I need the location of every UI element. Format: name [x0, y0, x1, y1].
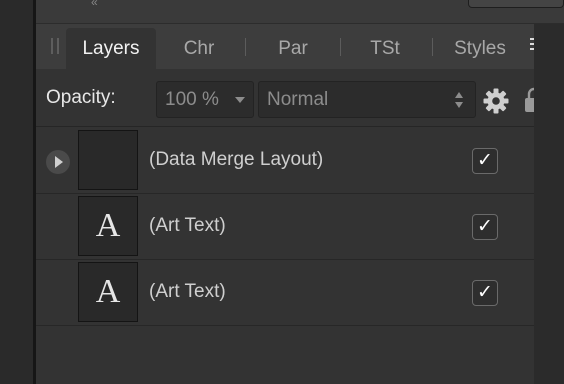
- panel-scroll-gutter[interactable]: [534, 24, 564, 384]
- tab-label: Layers: [82, 38, 140, 59]
- layer-name[interactable]: (Art Text): [149, 281, 226, 303]
- layer-thumbnail: A: [78, 262, 138, 322]
- visibility-checkbox[interactable]: ✓: [472, 148, 498, 174]
- layers-list: (Data Merge Layout) ✓ A (Art Text) ✓ A (…: [36, 128, 534, 326]
- spin-down-icon: [455, 102, 463, 108]
- left-toolbar-strip: [0, 0, 33, 384]
- layer-row[interactable]: A (Art Text) ✓: [36, 260, 534, 326]
- layer-row[interactable]: A (Art Text) ✓: [36, 194, 534, 260]
- layer-thumbnail: A: [78, 196, 138, 256]
- layers-panel: Layers Chr Par TSt Styles Opacity: 100 %…: [36, 24, 564, 384]
- tab-label: Par: [278, 38, 308, 59]
- panel-tab-bar: Layers Chr Par TSt Styles: [36, 24, 564, 69]
- tab-separator: [340, 38, 341, 56]
- top-panel-button[interactable]: [468, 0, 564, 8]
- tab-par[interactable]: Par: [258, 28, 328, 69]
- opacity-value: 100 %: [165, 89, 219, 110]
- opacity-dropdown[interactable]: 100 %: [156, 81, 254, 118]
- tab-label: Styles: [454, 38, 506, 59]
- visibility-checkbox[interactable]: ✓: [472, 214, 498, 240]
- tab-label: Chr: [183, 38, 215, 59]
- top-panel-strip: «: [36, 0, 564, 24]
- layer-thumbnail: [78, 130, 138, 190]
- chevron-icon[interactable]: «: [91, 0, 98, 9]
- visibility-checkbox[interactable]: ✓: [472, 280, 498, 306]
- tab-label: TSt: [370, 38, 400, 59]
- app-window: « Layers Chr Par TSt Styles Opacity: 100…: [0, 0, 564, 384]
- grip-icon[interactable]: [51, 38, 59, 54]
- blend-mode-value: Normal: [267, 89, 329, 110]
- tab-chr[interactable]: Chr: [166, 28, 232, 69]
- tab-layers[interactable]: Layers: [66, 28, 156, 69]
- tab-tst[interactable]: TSt: [352, 28, 418, 69]
- tab-separator: [432, 38, 433, 56]
- layer-row[interactable]: (Data Merge Layout) ✓: [36, 128, 534, 194]
- tab-separator: [245, 38, 246, 56]
- opacity-label: Opacity:: [46, 87, 116, 108]
- triangle-right-icon[interactable]: [46, 150, 70, 174]
- gear-icon[interactable]: [483, 88, 509, 114]
- blend-mode-select[interactable]: Normal: [258, 81, 476, 118]
- tab-styles[interactable]: Styles: [442, 28, 518, 69]
- chevron-down-icon: [235, 97, 245, 103]
- spin-up-icon: [455, 92, 463, 98]
- layer-name[interactable]: (Art Text): [149, 215, 226, 237]
- layer-name[interactable]: (Data Merge Layout): [149, 149, 323, 171]
- layer-properties-row: Opacity: 100 % Normal: [36, 69, 564, 127]
